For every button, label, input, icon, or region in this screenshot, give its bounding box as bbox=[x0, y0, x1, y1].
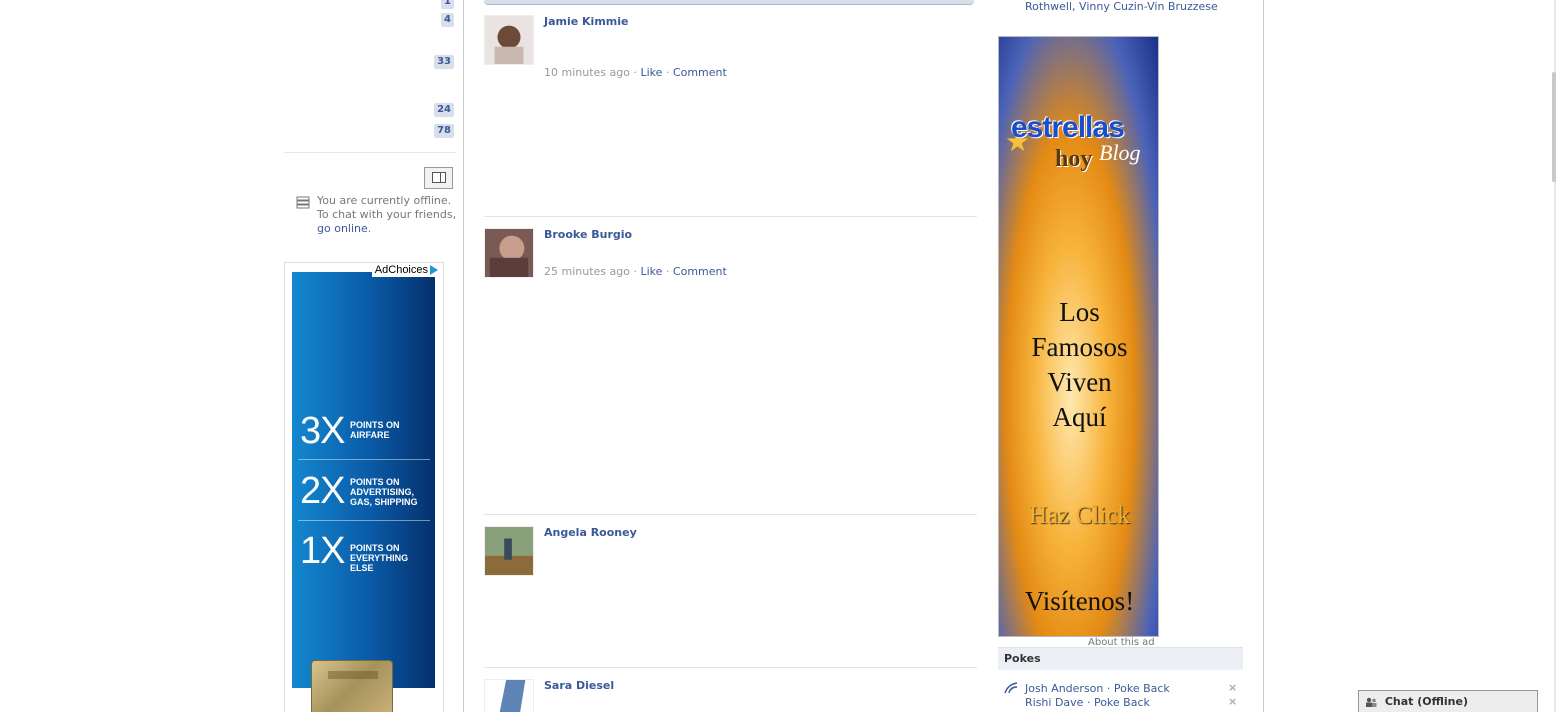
story-actor-link[interactable]: Jamie Kimmie bbox=[544, 15, 629, 28]
chat-list-icon bbox=[296, 196, 310, 209]
poke-friend-link[interactable]: Rishi Dave bbox=[1025, 696, 1083, 709]
ad-offer-row: 3X POINTS ON AIRFARE bbox=[300, 411, 430, 451]
dismiss-poke-icon[interactable]: × bbox=[1228, 695, 1237, 708]
feed-story: Jamie Kimmie 10 minutes ago · Like · Com… bbox=[484, 15, 977, 85]
go-online-link[interactable]: go online bbox=[317, 222, 368, 235]
separator-dot: · bbox=[1106, 682, 1111, 695]
story-divider bbox=[484, 216, 977, 217]
separator-dot: · bbox=[665, 66, 670, 79]
right-banner-ad[interactable]: ★ estrellas hoy Blog Los Famosos Viven A… bbox=[998, 36, 1159, 637]
pokes-box: Pokes Josh Anderson · Poke Back × Rishi … bbox=[998, 647, 1243, 709]
ad-multiplier: 1X bbox=[300, 530, 345, 572]
ad-offer-text: AIRFARE bbox=[350, 430, 390, 440]
ad-cta[interactable]: Haz Click bbox=[999, 502, 1158, 530]
adchoices-icon bbox=[430, 265, 438, 276]
separator-dot: · bbox=[633, 66, 637, 79]
ad-offer-text: GAS, SHIPPING bbox=[350, 497, 418, 507]
dismiss-poke-icon[interactable]: × bbox=[1228, 681, 1237, 694]
feed-story: Brooke Burgio 25 minutes ago · Like · Co… bbox=[484, 228, 977, 288]
ad-multiplier: 3X bbox=[300, 410, 345, 452]
ad-offer-row: 2X POINTS ON ADVERTISING, GAS, SHIPPING bbox=[300, 471, 430, 511]
poke-item: Josh Anderson · Poke Back bbox=[1025, 682, 1170, 695]
scrollbar-thumb[interactable] bbox=[1552, 72, 1556, 182]
separator-dot: · bbox=[1086, 696, 1091, 709]
chat-offline-message: You are currently offline. To chat with … bbox=[317, 194, 457, 236]
ad-headline-line: Aquí bbox=[1052, 402, 1107, 432]
poke-icon bbox=[1004, 682, 1018, 694]
feed-top-bar bbox=[484, 0, 974, 5]
comment-link[interactable]: Comment bbox=[673, 66, 727, 79]
separator-dot: · bbox=[633, 265, 637, 278]
poke-friend-link[interactable]: Josh Anderson bbox=[1025, 682, 1103, 695]
nav-count-badge[interactable]: 33 bbox=[434, 55, 454, 69]
story-meta: 10 minutes ago · Like · Comment bbox=[544, 66, 727, 79]
ad-divider bbox=[298, 459, 430, 460]
left-banner-ad[interactable]: AdChoices 3X POINTS ON AIRFARE 2X POINTS… bbox=[284, 262, 444, 712]
ad-offer-text: EVERYTHING ELSE bbox=[350, 553, 409, 573]
card-stripe bbox=[328, 671, 378, 679]
credit-card-image bbox=[311, 660, 393, 712]
story-timestamp[interactable]: 25 minutes ago bbox=[544, 265, 630, 278]
story-actor-link[interactable]: Brooke Burgio bbox=[544, 228, 632, 241]
right-sidebar: Rothwell, Vinny Cuzin-Vin Bruzzese ★ est… bbox=[998, 0, 1248, 712]
poke-back-link[interactable]: Poke Back bbox=[1094, 696, 1150, 709]
ad-headline-line: Famosos bbox=[1031, 332, 1128, 362]
chat-bar-label: Chat (Offline) bbox=[1384, 695, 1469, 708]
like-link[interactable]: Like bbox=[640, 265, 662, 278]
comment-link[interactable]: Comment bbox=[673, 265, 727, 278]
adchoices-link[interactable]: AdChoices bbox=[371, 263, 441, 277]
ad-headline: Los Famosos Viven Aquí bbox=[999, 295, 1158, 435]
ad-visit-text[interactable]: Visítenos! bbox=[999, 586, 1158, 617]
nav-count-badge[interactable]: 78 bbox=[434, 124, 454, 138]
ad-divider bbox=[298, 520, 430, 521]
feed-story: Sara Diesel bbox=[484, 679, 977, 712]
ad-headline-line: Viven bbox=[1047, 367, 1112, 397]
story-meta: 25 minutes ago · Like · Comment bbox=[544, 265, 727, 278]
popout-window-icon bbox=[432, 172, 446, 183]
chat-offline-text: You are currently offline. To chat with … bbox=[317, 194, 457, 221]
story-divider bbox=[484, 667, 977, 668]
ad-offer-row: 1X POINTS ON EVERYTHING ELSE bbox=[300, 530, 430, 573]
story-actor-link[interactable]: Sara Diesel bbox=[544, 679, 614, 692]
nav-count-badge[interactable]: 4 bbox=[441, 13, 454, 27]
story-divider bbox=[484, 514, 977, 515]
ad-offer-text: ADVERTISING, bbox=[350, 487, 415, 497]
ad-offer-text: POINTS ON bbox=[350, 543, 400, 553]
nav-count-badge[interactable]: 24 bbox=[434, 103, 454, 117]
ad-logo-blog: Blog bbox=[1099, 140, 1141, 165]
adchoices-label: AdChoices bbox=[374, 264, 428, 276]
chat-popout-button[interactable] bbox=[424, 167, 453, 189]
like-link[interactable]: Like bbox=[640, 66, 662, 79]
separator-dot: · bbox=[665, 265, 670, 278]
sidebar-divider bbox=[284, 152, 456, 153]
amex-ad-image[interactable]: 3X POINTS ON AIRFARE 2X POINTS ON ADVERT… bbox=[292, 272, 435, 688]
poke-back-link[interactable]: Poke Back bbox=[1114, 682, 1170, 695]
ad-offer-text: POINTS ON bbox=[350, 477, 400, 487]
nav-count-badge[interactable]: 1 bbox=[441, 0, 454, 9]
ad-logo-hoy: hoy bbox=[1055, 146, 1093, 172]
profile-photo-avatar[interactable] bbox=[484, 228, 534, 278]
story-timestamp[interactable]: 10 minutes ago bbox=[544, 66, 630, 79]
pokes-header: Pokes bbox=[998, 647, 1243, 670]
feed-story: Angela Rooney bbox=[484, 526, 977, 578]
ad-multiplier: 2X bbox=[300, 470, 345, 512]
chat-bar-button[interactable]: Chat (Offline) bbox=[1358, 690, 1538, 712]
left-sidebar: 1 4 33 24 78 You are currently offline. … bbox=[284, 0, 464, 712]
ad-headline-line: Los bbox=[1059, 297, 1100, 327]
people-icon bbox=[1366, 697, 1377, 707]
poke-item: Rishi Dave · Poke Back bbox=[1025, 696, 1150, 709]
friends-list-link[interactable]: Rothwell, Vinny Cuzin-Vin Bruzzese bbox=[1025, 0, 1218, 13]
profile-photo-avatar[interactable] bbox=[484, 15, 534, 65]
profile-photo-avatar[interactable] bbox=[484, 679, 534, 712]
profile-photo-avatar[interactable] bbox=[484, 526, 534, 576]
period-text: . bbox=[367, 222, 372, 235]
story-actor-link[interactable]: Angela Rooney bbox=[544, 526, 637, 539]
ad-offer-text: POINTS ON bbox=[350, 420, 400, 430]
